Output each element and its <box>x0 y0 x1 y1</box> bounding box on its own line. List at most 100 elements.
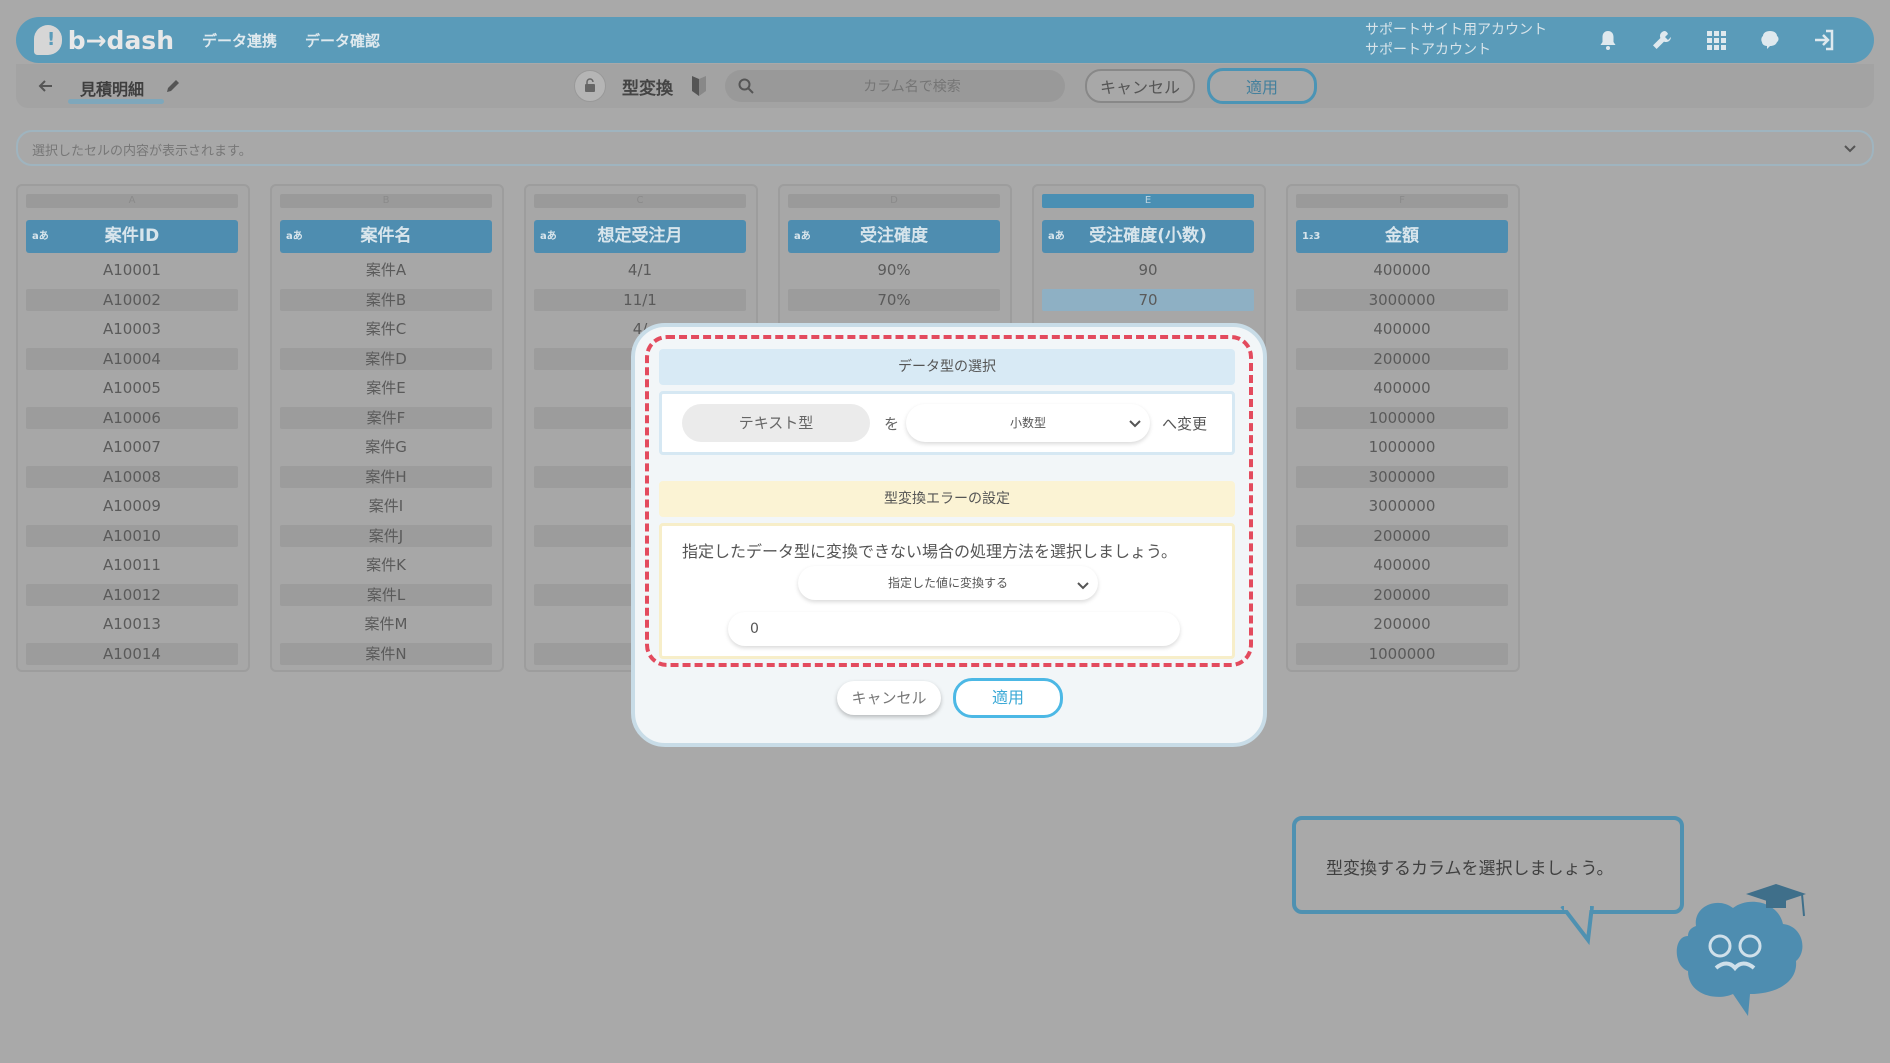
grid-cell[interactable]: 案件K <box>280 554 492 576</box>
grid-cell[interactable]: 70 <box>1042 288 1254 311</box>
grid-cell[interactable]: 3000000 <box>1296 288 1508 311</box>
grid-cell[interactable]: A10010 <box>26 524 238 547</box>
account-info[interactable]: サポートサイト用アカウント サポートアカウント <box>1365 20 1547 60</box>
grid-cell[interactable]: 案件F <box>280 406 492 429</box>
grid-column[interactable]: F 1₂3 金額 400000 3000000 400000 200000 400000 100… <box>1286 184 1520 672</box>
grid-cell[interactable]: 90 <box>1042 259 1254 281</box>
grid-cell[interactable]: 案件L <box>280 583 492 606</box>
chevron-down-icon <box>1077 582 1089 590</box>
column-header[interactable]: aあ 受注確度 <box>788 220 1000 253</box>
cell-content-bar[interactable]: 選択したセルの内容が表示されます。 <box>16 130 1874 166</box>
sheet-title[interactable]: 見積明細 <box>80 76 144 100</box>
bell-icon[interactable] <box>1596 28 1620 52</box>
mode-label: 型変換 <box>622 78 673 99</box>
grid-cell[interactable]: 400000 <box>1296 554 1508 576</box>
grid-cell[interactable]: 90% <box>788 259 1000 281</box>
grid-cell[interactable]: 案件M <box>280 613 492 635</box>
column-letter[interactable]: F <box>1296 194 1508 208</box>
error-handling-select[interactable]: 指定した値に変換する <box>798 566 1098 600</box>
grid-cell[interactable]: A10013 <box>26 613 238 635</box>
search-input[interactable] <box>765 70 1059 104</box>
grid-cell[interactable]: 案件J <box>280 524 492 547</box>
nav-data-link[interactable]: データ連携 <box>202 30 277 51</box>
chevron-down-icon[interactable] <box>1842 140 1858 156</box>
logo[interactable]: b→dash <box>34 25 174 55</box>
cell-content-placeholder: 選択したセルの内容が表示されます。 <box>32 144 252 159</box>
column-header[interactable]: aあ 受注確度(小数) <box>1042 220 1254 253</box>
logout-icon[interactable] <box>1812 28 1836 52</box>
column-header[interactable]: aあ 案件名 <box>280 220 492 253</box>
grid-cell[interactable]: A10001 <box>26 259 238 281</box>
grid-cell[interactable]: 200000 <box>1296 347 1508 370</box>
nav-data-view[interactable]: データ確認 <box>305 30 380 51</box>
grid-cell[interactable]: A10007 <box>26 436 238 458</box>
grid-cell[interactable]: A10012 <box>26 583 238 606</box>
dialog-cancel-button[interactable]: キャンセル <box>837 681 941 715</box>
grid-cell[interactable]: 案件D <box>280 347 492 370</box>
dialog-apply-button[interactable]: 適用 <box>953 678 1063 718</box>
guide-text: 型変換するカラムを選択しましょう。 <box>1326 859 1614 879</box>
grid-cell[interactable]: 4/1 <box>534 259 746 281</box>
grid-cell[interactable]: 案件H <box>280 465 492 488</box>
search-icon <box>738 78 754 94</box>
back-arrow-icon[interactable] <box>36 76 56 96</box>
cancel-button[interactable]: キャンセル <box>1085 69 1195 103</box>
grid-cell[interactable]: A10002 <box>26 288 238 311</box>
grid-cell[interactable]: A10014 <box>26 642 238 665</box>
column-letter[interactable]: D <box>788 194 1000 208</box>
grid-cell[interactable]: 1000000 <box>1296 436 1508 458</box>
error-section: 指定したデータ型に変換できない場合の処理方法を選択しましょう。 指定した値に変換… <box>659 523 1235 659</box>
grid-icon[interactable] <box>1704 28 1728 52</box>
grid-cell[interactable]: 400000 <box>1296 318 1508 340</box>
grid-cell[interactable]: 1000000 <box>1296 642 1508 665</box>
column-header[interactable]: aあ 案件ID <box>26 220 238 253</box>
grid-cell[interactable]: 3000000 <box>1296 465 1508 488</box>
to-type-select[interactable]: 小数型 <box>906 404 1150 442</box>
grid-column[interactable]: Aaあ 案件ID A10001 A10002 A10003 A10004 A10005 A10… <box>16 184 250 672</box>
column-header[interactable]: aあ 想定受注月 <box>534 220 746 253</box>
column-search[interactable] <box>725 70 1065 104</box>
grid-cell[interactable]: A10003 <box>26 318 238 340</box>
error-section-title: 型変換エラーの設定 <box>659 481 1235 517</box>
grid-cell[interactable]: 1000000 <box>1296 406 1508 429</box>
grid-cell[interactable]: 3000000 <box>1296 495 1508 517</box>
grid-cell[interactable]: 案件A <box>280 259 492 281</box>
replacement-value-input[interactable] <box>728 612 1180 646</box>
column-letter[interactable]: C <box>534 194 746 208</box>
grid-cell[interactable]: 200000 <box>1296 524 1508 547</box>
grid-cell[interactable]: 案件B <box>280 288 492 311</box>
grid-cell[interactable]: A10004 <box>26 347 238 370</box>
column-letter[interactable]: B <box>280 194 492 208</box>
grid-cell[interactable]: A10005 <box>26 377 238 399</box>
type-badge: 1₂3 <box>1302 231 1321 242</box>
grid-cell[interactable]: 案件I <box>280 495 492 517</box>
column-name: 受注確度(小数) <box>1089 226 1207 246</box>
grid-cell[interactable]: A10011 <box>26 554 238 576</box>
column-header[interactable]: 1₂3 金額 <box>1296 220 1508 253</box>
brain-icon[interactable] <box>1758 28 1782 52</box>
column-letter[interactable]: E <box>1042 194 1254 208</box>
grid-column[interactable]: Baあ 案件名案件A 案件B 案件C 案件D 案件E 案件F 案件G 案件H 案件I 案件J 案件K 案… <box>270 184 504 672</box>
grid-cell[interactable]: 案件N <box>280 642 492 665</box>
wrench-icon[interactable] <box>1650 28 1674 52</box>
apply-button[interactable]: 適用 <box>1207 68 1317 104</box>
grid-cell[interactable]: A10006 <box>26 406 238 429</box>
grid-cell[interactable]: A10009 <box>26 495 238 517</box>
grid-cell[interactable]: 400000 <box>1296 259 1508 281</box>
column-letter[interactable]: A <box>26 194 238 208</box>
grid-cell[interactable]: 案件C <box>280 318 492 340</box>
beginner-mark-icon[interactable] <box>689 75 709 97</box>
grid-cell[interactable]: 11/1 <box>534 288 746 311</box>
header-right: サポートサイト用アカウント サポートアカウント <box>1365 17 1874 63</box>
grid-cell[interactable]: 400000 <box>1296 377 1508 399</box>
sheet-title-underline <box>68 99 164 104</box>
grid-cell[interactable]: 案件E <box>280 377 492 399</box>
error-description: 指定したデータ型に変換できない場合の処理方法を選択しましょう。 <box>682 542 1178 561</box>
grid-cell[interactable]: A10008 <box>26 465 238 488</box>
grid-cell[interactable]: 200000 <box>1296 583 1508 606</box>
grid-cell[interactable]: 200000 <box>1296 613 1508 635</box>
pencil-icon[interactable] <box>164 77 182 95</box>
convert-tool-icon[interactable] <box>574 70 606 102</box>
grid-cell[interactable]: 70% <box>788 288 1000 311</box>
grid-cell[interactable]: 案件G <box>280 436 492 458</box>
